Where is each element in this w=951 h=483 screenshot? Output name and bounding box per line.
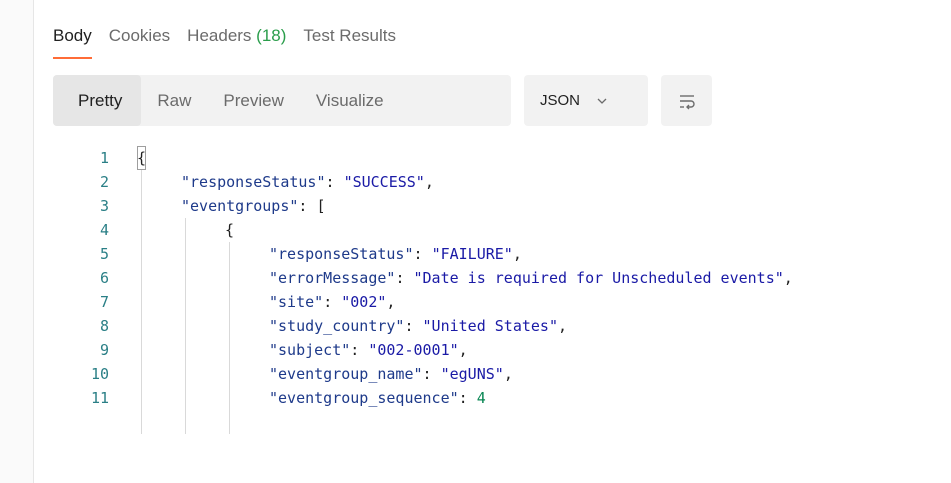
json-comma: , bbox=[558, 317, 568, 335]
code-line: 3 "eventgroups": [ bbox=[53, 194, 951, 218]
line-number: 10 bbox=[90, 365, 109, 383]
left-gutter-strip bbox=[0, 0, 33, 483]
wrap-lines-button[interactable] bbox=[661, 75, 712, 126]
code-line-content: "responseStatus": "FAILURE", bbox=[269, 242, 522, 266]
response-tabs: Body Cookies Headers (18) Test Results bbox=[53, 25, 413, 61]
json-colon: : bbox=[458, 389, 477, 407]
line-number: 7 bbox=[99, 293, 109, 311]
line-number: 4 bbox=[99, 221, 109, 239]
chevron-down-icon bbox=[597, 98, 607, 104]
code-line-content: "eventgroups": [ bbox=[181, 194, 326, 218]
json-key: "responseStatus" bbox=[269, 245, 414, 263]
json-string-value: "United States" bbox=[422, 317, 558, 335]
code-line: 5 "responseStatus": "FAILURE", bbox=[53, 242, 951, 266]
json-key: "eventgroups" bbox=[181, 197, 299, 215]
code-line: 8 "study_country": "United States", bbox=[53, 314, 951, 338]
json-colon: : bbox=[323, 293, 342, 311]
code-line-content: { bbox=[137, 146, 147, 170]
code-line: 4{ bbox=[53, 218, 951, 242]
json-key: "errorMessage" bbox=[269, 269, 396, 287]
tab-headers[interactable]: Headers (18) bbox=[187, 25, 286, 59]
json-bracket: [ bbox=[316, 197, 326, 215]
code-line: 7 "site": "002", bbox=[53, 290, 951, 314]
json-colon: : bbox=[298, 197, 317, 215]
indent-guide bbox=[229, 242, 230, 434]
headers-count-badge: (18) bbox=[256, 26, 287, 45]
code-line: 6 "errorMessage": "Date is required for U… bbox=[53, 266, 951, 290]
indent-guide bbox=[141, 170, 142, 434]
code-line-content: "site": "002", bbox=[269, 290, 395, 314]
line-number: 5 bbox=[99, 245, 109, 263]
json-colon: : bbox=[395, 269, 414, 287]
format-select[interactable]: JSON bbox=[524, 75, 648, 126]
line-number: 8 bbox=[99, 317, 109, 335]
response-panel: Body Cookies Headers (18) Test Results P… bbox=[0, 0, 951, 483]
json-brace: { bbox=[137, 146, 147, 170]
json-key: "eventgroup_sequence" bbox=[269, 389, 459, 407]
json-comma: , bbox=[503, 365, 513, 383]
code-line-content: "errorMessage": "Date is required for Un… bbox=[269, 266, 793, 290]
json-string-value: "002-0001" bbox=[368, 341, 459, 359]
tab-test-results[interactable]: Test Results bbox=[303, 25, 396, 59]
code-line-content: "study_country": "United States", bbox=[269, 314, 567, 338]
view-raw-button[interactable]: Raw bbox=[141, 75, 207, 126]
view-preview-button[interactable]: Preview bbox=[207, 75, 299, 126]
view-pretty-button[interactable]: Pretty bbox=[53, 75, 142, 126]
json-key: "site" bbox=[269, 293, 324, 311]
tab-cookies[interactable]: Cookies bbox=[109, 25, 170, 59]
json-colon: : bbox=[422, 365, 441, 383]
line-number: 3 bbox=[99, 197, 109, 215]
json-string-value: "Date is required for Unscheduled events… bbox=[413, 269, 784, 287]
json-string-value: "002" bbox=[341, 293, 387, 311]
line-number: 1 bbox=[99, 149, 109, 167]
json-comma: , bbox=[424, 173, 434, 191]
json-comma: , bbox=[783, 269, 793, 287]
code-line: 10 "eventgroup_name": "egUNS", bbox=[53, 362, 951, 386]
json-comma: , bbox=[386, 293, 396, 311]
json-string-value: "egUNS" bbox=[440, 365, 504, 383]
json-comma: , bbox=[458, 341, 468, 359]
indent-guide bbox=[185, 218, 186, 434]
view-mode-group: Pretty Raw Preview Visualize bbox=[53, 75, 511, 126]
json-key: "eventgroup_name" bbox=[269, 365, 423, 383]
wrap-lines-icon bbox=[679, 94, 695, 109]
code-line-content: "responseStatus": "SUCCESS", bbox=[181, 170, 434, 194]
line-number: 11 bbox=[90, 389, 109, 407]
line-number: 6 bbox=[99, 269, 109, 287]
code-line: 9 "subject": "002-0001", bbox=[53, 338, 951, 362]
line-number: 2 bbox=[99, 173, 109, 191]
code-line: 11 "eventgroup_sequence": 4 bbox=[53, 386, 951, 410]
json-comma: , bbox=[512, 245, 522, 263]
code-line-content: "subject": "002-0001", bbox=[269, 338, 468, 362]
code-line-content: "eventgroup_sequence": 4 bbox=[269, 386, 486, 410]
code-line-content: "eventgroup_name": "egUNS", bbox=[269, 362, 513, 386]
tab-body[interactable]: Body bbox=[53, 25, 92, 59]
line-number: 9 bbox=[99, 341, 109, 359]
panel-divider bbox=[33, 0, 34, 483]
json-string-value: "SUCCESS" bbox=[343, 173, 425, 191]
format-select-value: JSON bbox=[540, 92, 581, 109]
json-key: "study_country" bbox=[269, 317, 405, 335]
json-string-value: "FAILURE" bbox=[431, 245, 513, 263]
json-colon: : bbox=[350, 341, 369, 359]
json-number-value: 4 bbox=[476, 389, 486, 407]
json-key: "subject" bbox=[269, 341, 351, 359]
view-visualize-button[interactable]: Visualize bbox=[300, 75, 400, 126]
code-line-content: { bbox=[225, 218, 234, 242]
json-colon: : bbox=[325, 173, 344, 191]
json-colon: : bbox=[413, 245, 432, 263]
code-line: 1{ bbox=[53, 146, 951, 170]
json-colon: : bbox=[404, 317, 423, 335]
code-line: 2 "responseStatus": "SUCCESS", bbox=[53, 170, 951, 194]
json-brace: { bbox=[225, 221, 235, 239]
json-key: "responseStatus" bbox=[181, 173, 326, 191]
code-viewer[interactable]: 1{2 "responseStatus": "SUCCESS", 3 "eventgr… bbox=[53, 146, 951, 434]
